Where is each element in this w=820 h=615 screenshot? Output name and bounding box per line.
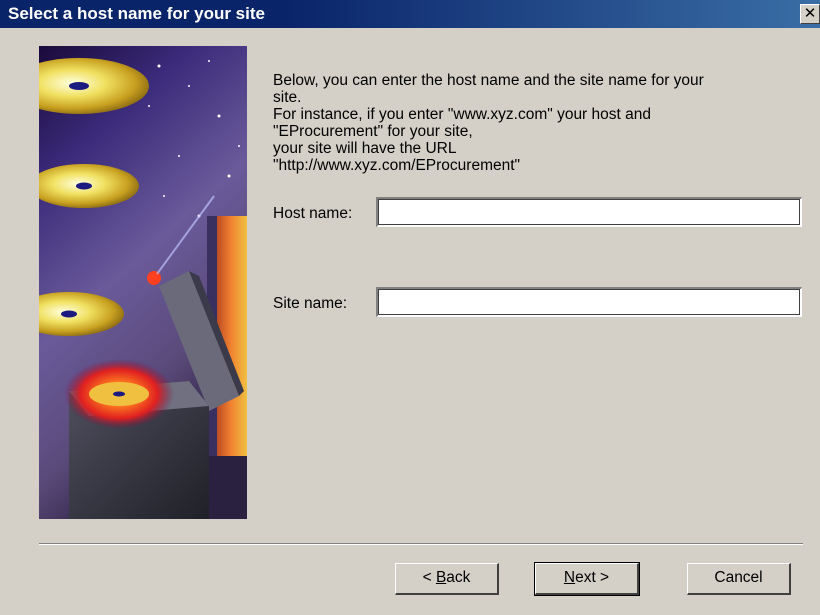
back-button-rest: ack: [446, 569, 471, 586]
instructions-line: For instance, if you enter "www.xyz.com"…: [273, 106, 651, 123]
site-name-label: Site name:: [273, 295, 348, 312]
instructions-line: your site will have the URL: [273, 140, 457, 157]
host-name-input[interactable]: [376, 197, 802, 227]
cd-discs-illustration: [39, 46, 247, 519]
button-separator: [39, 543, 803, 545]
site-name-input[interactable]: [376, 287, 802, 317]
back-button-prefix: <: [422, 569, 436, 586]
wizard-window: Select a host name for your site ✕ Below…: [0, 0, 820, 615]
back-button[interactable]: < Back: [395, 563, 499, 595]
next-button-accel: N: [563, 569, 576, 586]
instructions-line: "http://www.xyz.com/EProcurement": [273, 157, 521, 174]
host-name-label: Host name:: [273, 205, 353, 222]
title-bar: Select a host name for your site ✕: [0, 0, 820, 28]
instructions-line: site.: [273, 89, 302, 106]
instructions-line: "EProcurement" for your site,: [273, 123, 473, 140]
next-button[interactable]: Next >: [534, 562, 640, 596]
close-icon[interactable]: ✕: [800, 4, 820, 24]
instructions-text: Below, you can enter the host name and t…: [273, 72, 803, 190]
back-button-accel: B: [435, 569, 447, 586]
next-button-rest: ext >: [575, 569, 610, 586]
cancel-button[interactable]: Cancel: [687, 563, 791, 595]
instructions-line: Below, you can enter the host name and t…: [273, 72, 704, 89]
window-title: Select a host name for your site: [8, 4, 265, 23]
